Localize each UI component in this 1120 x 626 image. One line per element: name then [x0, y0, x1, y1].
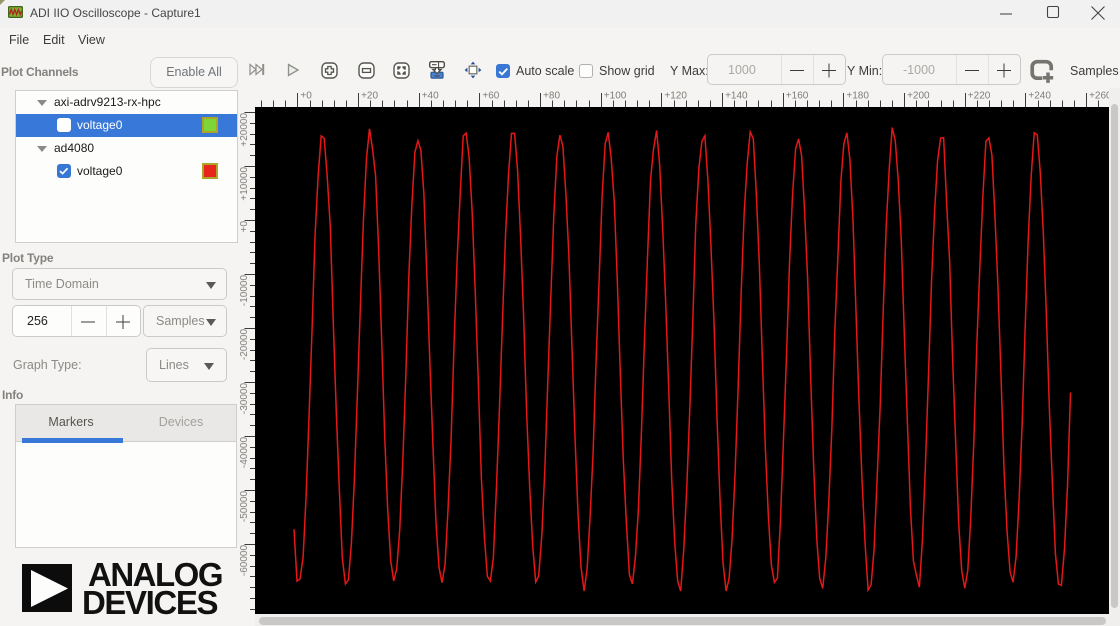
svg-text:+100: +100: [604, 91, 627, 102]
svg-text:+20: +20: [361, 91, 378, 102]
svg-text:+40: +40: [422, 91, 439, 102]
svg-text:+160: +160: [786, 91, 809, 102]
svg-text:+260: +260: [1089, 91, 1110, 102]
svg-text:+140: +140: [725, 91, 748, 102]
svg-text:+240: +240: [1028, 91, 1051, 102]
svg-text:+0: +0: [300, 91, 312, 102]
svg-text:+120: +120: [664, 91, 687, 102]
svg-text:+200: +200: [907, 91, 930, 102]
svg-text:+60: +60: [482, 91, 499, 102]
svg-text:+180: +180: [846, 91, 869, 102]
svg-text:+220: +220: [968, 91, 991, 102]
svg-text:+80: +80: [543, 91, 560, 102]
